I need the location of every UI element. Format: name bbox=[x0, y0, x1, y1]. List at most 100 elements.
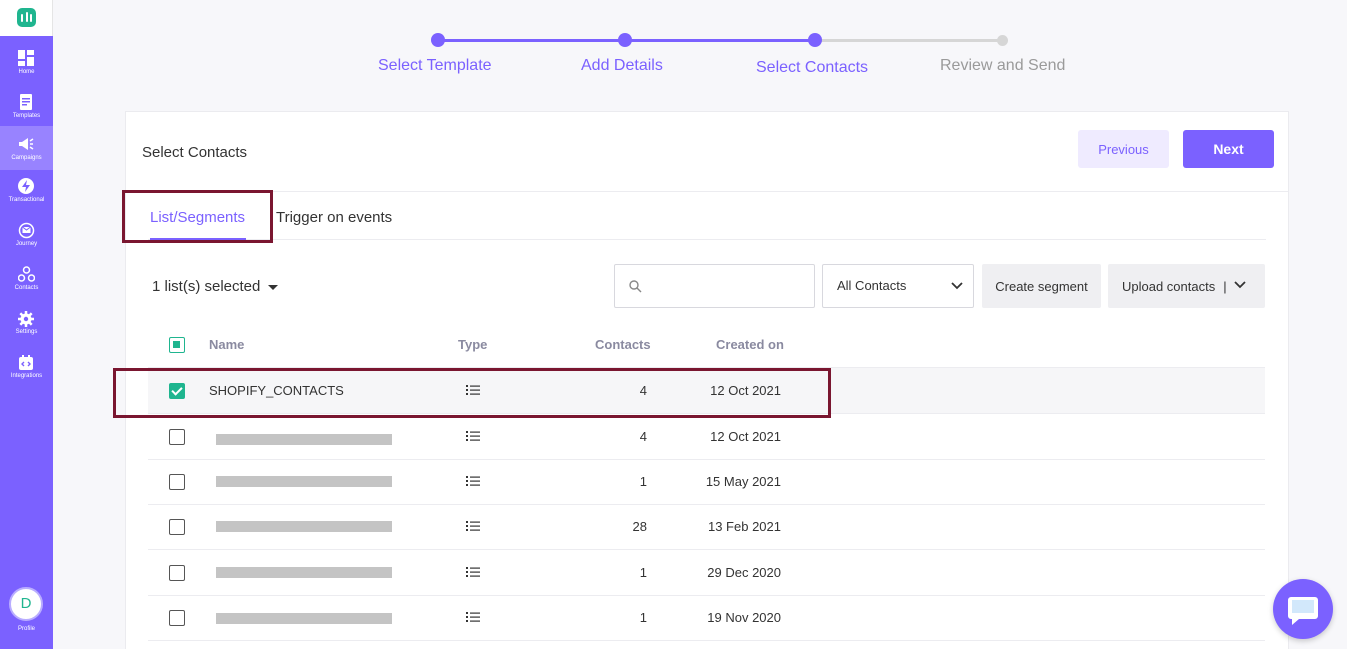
sidebar-item-campaigns[interactable]: Campaigns bbox=[0, 126, 53, 170]
previous-button[interactable]: Previous bbox=[1078, 130, 1169, 168]
sidebar-item-journey[interactable]: Journey bbox=[0, 218, 53, 262]
megaphone-icon bbox=[19, 138, 34, 150]
created-date: 15 May 2021 bbox=[705, 474, 781, 489]
contact-count: 1 bbox=[639, 474, 647, 489]
annotation-highlight-tab bbox=[122, 190, 273, 243]
step-label-select-contacts: Select Contacts bbox=[756, 59, 869, 76]
contacts-icon bbox=[18, 266, 35, 282]
created-date: 13 Feb 2021 bbox=[707, 519, 781, 534]
created-date: 12 Oct 2021 bbox=[710, 429, 781, 444]
table-row[interactable]: 1 15 May 2021 bbox=[148, 459, 1265, 505]
logo-area[interactable] bbox=[0, 0, 53, 36]
sidebar-item-templates[interactable]: Templates bbox=[0, 86, 53, 130]
step-dot-add-details bbox=[618, 33, 632, 47]
step-dot-review-send bbox=[997, 35, 1008, 46]
list-selection-dropdown[interactable]: 1 list(s) selected bbox=[152, 278, 279, 295]
column-header-name[interactable]: Name bbox=[209, 337, 244, 352]
search-box[interactable] bbox=[614, 264, 815, 308]
redacted-name bbox=[216, 567, 392, 578]
chevron-down-icon bbox=[951, 282, 963, 290]
contact-filter-select[interactable]: All Contacts bbox=[822, 264, 974, 308]
chat-widget-button[interactable] bbox=[1273, 579, 1333, 639]
step-dot-select-contacts bbox=[808, 33, 822, 47]
sidebar-item-integrations[interactable]: Integrations bbox=[0, 350, 53, 394]
sidebar-item-label: Contacts bbox=[14, 285, 39, 291]
row-checkbox[interactable] bbox=[169, 610, 185, 626]
list-type-icon bbox=[466, 521, 480, 531]
contact-count: 28 bbox=[632, 519, 647, 534]
upload-separator: | bbox=[1223, 278, 1227, 294]
bolt-icon bbox=[18, 178, 34, 194]
list-type-icon bbox=[466, 567, 480, 577]
select-all-checkbox[interactable] bbox=[169, 337, 185, 353]
table-row[interactable]: 28 13 Feb 2021 bbox=[148, 504, 1265, 550]
table-row[interactable]: 1 29 Dec 2020 bbox=[148, 550, 1265, 596]
created-date: 19 Nov 2020 bbox=[707, 610, 781, 625]
step-label-review-send: Review and Send bbox=[940, 57, 1066, 74]
search-input[interactable] bbox=[647, 275, 807, 297]
list-type-icon bbox=[466, 476, 480, 486]
journey-icon bbox=[18, 222, 35, 239]
sidebar: Home Templates Campaigns Transactional J… bbox=[0, 0, 53, 649]
step-connector bbox=[629, 39, 811, 42]
search-icon bbox=[629, 280, 642, 293]
row-checkbox[interactable] bbox=[169, 565, 185, 581]
card-header: Select Contacts Previous Next bbox=[126, 112, 1288, 192]
integrations-icon bbox=[19, 355, 33, 370]
redacted-name bbox=[216, 476, 392, 487]
table-row[interactable]: 4 12 Oct 2021 bbox=[148, 414, 1265, 460]
step-label-select-template[interactable]: Select Template bbox=[378, 57, 492, 75]
step-label-add-details[interactable]: Add Details bbox=[581, 57, 663, 75]
column-header-created-on[interactable]: Created on bbox=[716, 337, 784, 352]
contact-count: 1 bbox=[639, 565, 647, 580]
chevron-down-icon[interactable] bbox=[1234, 281, 1246, 289]
step-connector bbox=[819, 39, 1001, 42]
list-type-icon bbox=[466, 431, 480, 441]
sidebar-item-label: Transactional bbox=[8, 197, 45, 203]
row-checkbox[interactable] bbox=[169, 429, 185, 445]
chat-icon bbox=[1288, 597, 1318, 625]
tabs: List/Segments Trigger on events bbox=[148, 192, 1266, 241]
table-header bbox=[148, 322, 1265, 368]
sidebar-item-contacts[interactable]: Contacts bbox=[0, 262, 53, 306]
app-logo bbox=[17, 8, 36, 27]
contact-count: 1 bbox=[639, 610, 647, 625]
list-type-icon bbox=[466, 612, 480, 622]
table-row[interactable]: 1 19 Nov 2020 bbox=[148, 595, 1265, 641]
sidebar-item-label: Settings bbox=[15, 329, 38, 335]
sidebar-item-label: Templates bbox=[12, 113, 41, 119]
tab-trigger-on-events[interactable]: Trigger on events bbox=[276, 209, 392, 226]
redacted-name bbox=[216, 434, 392, 445]
contact-filter-value: All Contacts bbox=[837, 278, 907, 293]
list-selection-label: 1 list(s) selected bbox=[152, 278, 261, 295]
step-dot-select-template bbox=[431, 33, 445, 47]
template-icon bbox=[20, 94, 32, 110]
created-date: 29 Dec 2020 bbox=[707, 565, 781, 580]
sidebar-item-label: Journey bbox=[15, 241, 38, 247]
column-header-contacts[interactable]: Contacts bbox=[595, 337, 651, 352]
sidebar-item-settings[interactable]: Settings bbox=[0, 306, 53, 350]
redacted-name bbox=[216, 521, 392, 532]
page-title: Select Contacts bbox=[142, 144, 248, 161]
redacted-name bbox=[216, 613, 392, 624]
dashboard-icon bbox=[18, 50, 34, 66]
caret-down-icon bbox=[268, 284, 279, 290]
avatar[interactable]: D bbox=[9, 587, 43, 621]
row-checkbox[interactable] bbox=[169, 474, 185, 490]
sidebar-item-label: Campaigns bbox=[11, 155, 42, 161]
sidebar-item-label: Home bbox=[18, 69, 35, 75]
column-header-type[interactable]: Type bbox=[458, 337, 487, 352]
profile-label: Profile bbox=[17, 626, 35, 632]
gear-icon bbox=[18, 311, 34, 327]
sidebar-item-transactional[interactable]: Transactional bbox=[0, 174, 53, 218]
upload-contacts-button[interactable]: Upload contacts | bbox=[1108, 264, 1265, 308]
row-checkbox[interactable] bbox=[169, 519, 185, 535]
create-segment-button[interactable]: Create segment bbox=[982, 264, 1101, 308]
step-connector bbox=[442, 39, 624, 42]
annotation-highlight-row bbox=[113, 368, 831, 418]
upload-contacts-label: Upload contacts bbox=[1122, 278, 1216, 294]
sidebar-item-label: Integrations bbox=[10, 373, 43, 379]
contact-count: 4 bbox=[639, 429, 647, 444]
next-button[interactable]: Next bbox=[1183, 130, 1274, 168]
sidebar-item-home[interactable]: Home bbox=[0, 42, 53, 86]
